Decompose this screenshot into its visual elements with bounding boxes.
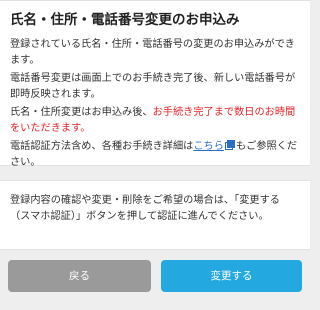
info-paragraph-4: 電話認証方法含め、各種お手続き詳細はこちら もご参照ください。 [10, 139, 300, 170]
info-text-2: 電話番号変更は画面上でのお手続き完了後、新しい電話番号が即時反映されます。 [10, 73, 296, 100]
external-link-icon[interactable] [224, 140, 235, 150]
info-card: 氏名・住所・電話番号変更のお申込み 登録されている氏名・住所・電話番号の変更のお… [0, 0, 310, 168]
change-button[interactable]: 変更する [161, 260, 302, 292]
note-card: 登録内容の確認や変更・削除をご希望の場合は、「変更する（スマホ認証）」ボタンを押… [0, 180, 310, 250]
info-text-4: 電話認証方法含め、各種お手続き詳細は [10, 141, 194, 152]
page: 氏名・住所・電話番号変更のお申込み 登録されている氏名・住所・電話番号の変更のお… [0, 0, 310, 310]
verification-note: 登録内容の確認や変更・削除をご希望の場合は、「変更する（スマホ認証）」ボタンを押… [10, 195, 280, 222]
info-text-1: 登録されている氏名・住所・電話番号の変更のお申込みができます。 [10, 39, 295, 66]
info-paragraph-2: 電話番号変更は画面上でのお手続き完了後、新しい電話番号が即時反映されます。 [10, 71, 300, 102]
info-text-3: 氏名・住所変更はお申込み後、 [10, 107, 153, 118]
info-paragraph-1: 登録されている氏名・住所・電話番号の変更のお申込みができます。 [10, 37, 300, 68]
details-link[interactable]: こちら [193, 141, 224, 152]
page-title: 氏名・住所・電話番号変更のお申込み [10, 12, 240, 28]
button-bar: 戻る 変更する [0, 254, 310, 310]
back-button[interactable]: 戻る [8, 260, 151, 292]
info-paragraph-3: 氏名・住所変更はお申込み後、お手続き完了まで数日のお時間をいただきます。 [10, 105, 300, 136]
